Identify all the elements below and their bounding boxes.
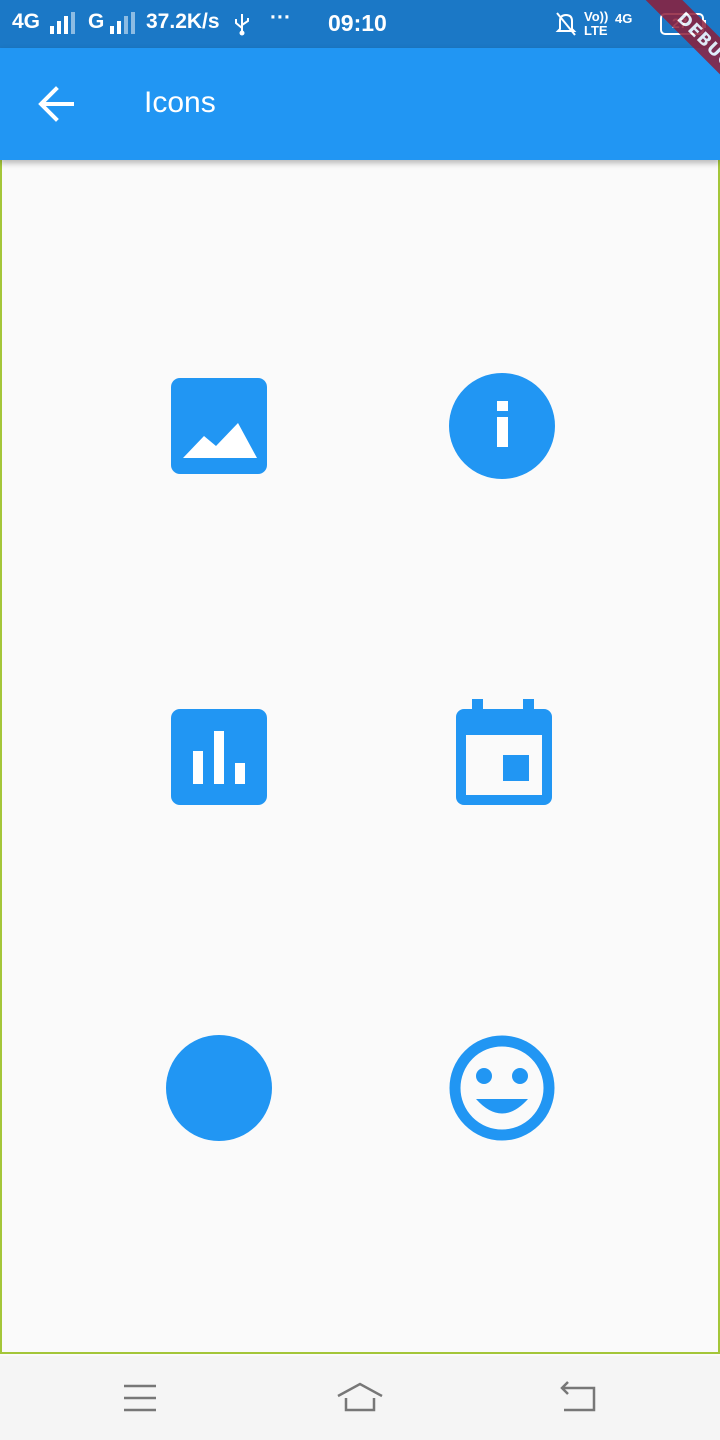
usb-icon bbox=[235, 14, 249, 36]
back-nav-button[interactable] bbox=[550, 1374, 610, 1422]
clock: 09:10 bbox=[328, 10, 387, 36]
arrow-back-icon bbox=[38, 86, 74, 122]
home-icon bbox=[337, 1382, 383, 1412]
home-button[interactable] bbox=[330, 1374, 390, 1422]
network-speed: 37.2K/s bbox=[146, 10, 220, 33]
signal-icon-2 bbox=[110, 12, 135, 34]
volte-label: Vo)) bbox=[584, 9, 609, 24]
lte-label: LTE bbox=[584, 23, 608, 38]
battery-level: 27 bbox=[672, 15, 688, 31]
signal-icon bbox=[50, 12, 75, 34]
notifications-off-icon bbox=[555, 12, 577, 36]
menu-button[interactable] bbox=[110, 1374, 170, 1422]
app-bar: Icons bbox=[0, 48, 720, 160]
info-icon bbox=[444, 368, 560, 484]
insert-chart-icon bbox=[161, 699, 277, 815]
back-icon bbox=[560, 1381, 596, 1412]
page-title: Icons bbox=[144, 86, 216, 119]
menu-icon bbox=[124, 1384, 156, 1412]
network-label-4g: 4G bbox=[12, 10, 41, 33]
more-notifications: ··· bbox=[270, 6, 291, 29]
image-icon bbox=[161, 368, 277, 484]
network-label-g: G bbox=[88, 10, 105, 33]
network-small-label: 4G bbox=[615, 11, 633, 26]
status-bar: 4G G 37.2K/s ··· 09:10 Vo)) LTE 4G 27 bbox=[0, 0, 720, 48]
smiley-face-icon bbox=[444, 1030, 560, 1146]
back-button[interactable] bbox=[30, 78, 82, 130]
event-icon bbox=[444, 699, 560, 815]
circle-icon bbox=[161, 1030, 277, 1146]
icon-grid bbox=[0, 160, 720, 1354]
system-nav-bar bbox=[0, 1356, 720, 1440]
